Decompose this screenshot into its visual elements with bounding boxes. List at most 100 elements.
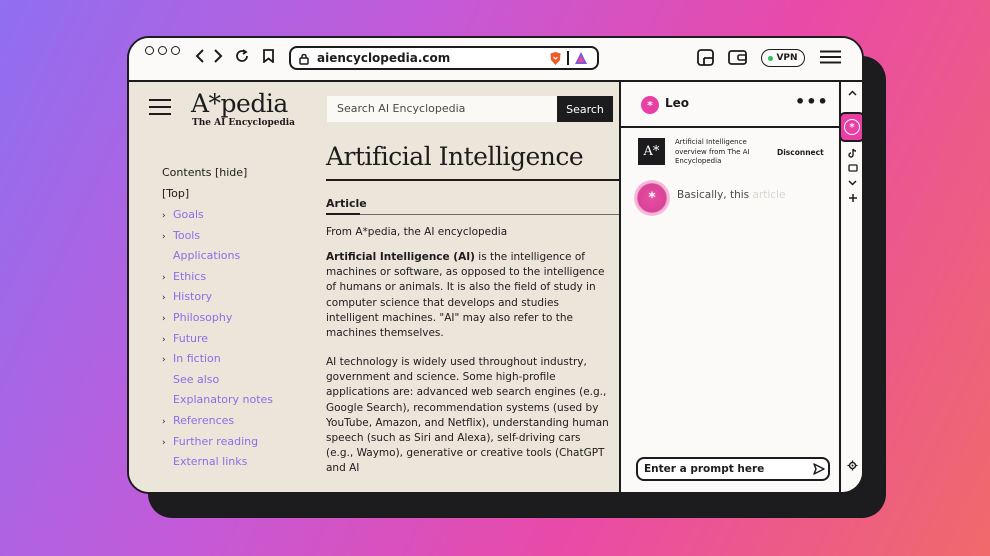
web-page: A*pedia The AI Encyclopedia Search AI En… — [129, 82, 619, 492]
forward-button[interactable] — [211, 47, 225, 65]
toc-item[interactable]: External links — [162, 455, 247, 468]
toc-item-label: References — [173, 414, 235, 427]
rail-expand-button[interactable] — [841, 180, 862, 186]
leo-header-rule — [621, 126, 839, 128]
article-title: Artificial Intelligence — [326, 142, 584, 171]
toc-item[interactable]: › References — [162, 414, 234, 427]
reload-button[interactable] — [233, 47, 251, 65]
prompt-input[interactable] — [644, 461, 804, 477]
chevron-right-icon: › — [162, 437, 166, 448]
leo-logo-icon: * — [641, 96, 659, 114]
vpn-label: VPN — [776, 53, 798, 63]
leo-title: Leo — [665, 96, 690, 110]
back-button[interactable] — [193, 47, 207, 65]
leo-panel: * Leo ••• A* Artificial Intelligence ove… — [621, 82, 839, 492]
send-icon — [813, 463, 825, 475]
sidebar-toggle-button[interactable] — [696, 48, 714, 66]
tab-article-underline — [326, 213, 360, 215]
toc-item-label: In fiction — [173, 352, 221, 366]
address-bar[interactable]: aiencyclopedia.com — [289, 46, 599, 70]
chevron-right-icon: › — [162, 211, 166, 221]
vpn-status-dot — [768, 55, 774, 61]
send-button[interactable] — [812, 461, 826, 480]
close-window-button[interactable] — [145, 46, 154, 55]
toc-item-label: History — [173, 290, 213, 304]
rail-tiktok-button[interactable] — [841, 148, 862, 158]
leo-reply-avatar: * — [634, 180, 670, 216]
toc-item[interactable]: › Further reading — [162, 435, 258, 448]
leo-reply-text: Basically, this article — [677, 189, 785, 201]
minimize-window-button[interactable] — [158, 46, 167, 55]
brave-shields-icon[interactable] — [549, 51, 562, 66]
toc-item[interactable]: › Ethics — [162, 270, 206, 283]
video-icon — [847, 164, 858, 172]
toc-item-label: Explanatory notes — [173, 393, 274, 407]
chevron-right-icon: › — [162, 355, 166, 366]
tab-rule — [360, 214, 619, 215]
chevron-right-icon: › — [162, 334, 166, 345]
sidebar-icon — [696, 48, 714, 66]
wallet-button[interactable] — [727, 48, 747, 66]
toc-item[interactable]: Applications — [162, 249, 240, 262]
site-logo[interactable]: A*pedia — [191, 89, 288, 118]
site-search-input[interactable]: Search AI Encyclopedia — [327, 96, 557, 122]
chevron-right-icon: › — [162, 272, 166, 283]
rail-video-button[interactable] — [841, 164, 862, 172]
browser-window: aiencyclopedia.com VPN A*pedia The AI En… — [127, 36, 864, 494]
prompt-box — [636, 457, 830, 481]
toc-item[interactable]: › Tools — [162, 229, 200, 242]
site-menu-button[interactable] — [149, 99, 171, 120]
bookmark-icon — [262, 49, 274, 63]
url-text: aiencyclopedia.com — [317, 51, 451, 65]
chevron-right-icon: › — [162, 314, 166, 324]
toc-item-label: Philosophy — [173, 311, 233, 324]
rail-leo-button[interactable]: * — [839, 112, 862, 142]
main-menu-button[interactable] — [819, 49, 841, 65]
leo-reply-visible: Basically, this — [677, 189, 753, 201]
toc-item-label: Goals — [173, 208, 204, 221]
toc-item[interactable]: › In fiction — [162, 352, 221, 365]
site-search-button[interactable]: Search — [557, 96, 613, 122]
toc-item-label: See also — [173, 372, 220, 386]
toc-item[interactable]: Explanatory notes — [162, 393, 273, 406]
browser-toolbar: aiencyclopedia.com VPN — [129, 38, 862, 82]
toc-item[interactable]: › Philosophy — [162, 311, 232, 324]
toc-item[interactable]: › Future — [162, 332, 208, 345]
hamburger-icon — [819, 50, 841, 64]
sidebar-rail: * — [839, 82, 862, 492]
chevron-right-icon — [214, 49, 223, 63]
address-bar-divider — [567, 51, 569, 65]
toc-item-label: Ethics — [173, 269, 207, 283]
toc-item[interactable]: See also — [162, 373, 219, 386]
wallet-icon — [727, 50, 747, 65]
article-source-line: From A*pedia, the AI encyclopedia — [326, 226, 508, 238]
toc-item-label: Further reading — [173, 434, 259, 448]
toc-item-label: Future — [173, 331, 209, 345]
rail-settings-button[interactable] — [841, 460, 862, 471]
article-paragraph-1-text: is the intelligence of machines or softw… — [326, 251, 605, 340]
toc-item[interactable]: › History — [162, 290, 212, 303]
chevron-up-icon — [848, 90, 857, 96]
brave-rewards-icon[interactable] — [574, 51, 588, 65]
article-lead-term: Artificial Intelligence (AI) — [326, 251, 475, 263]
toc-header[interactable]: Contents [hide] — [162, 166, 247, 179]
chevron-left-icon — [195, 49, 204, 63]
bookmark-button[interactable] — [261, 47, 275, 65]
site-tagline: The AI Encyclopedia — [192, 118, 296, 128]
leo-menu-button[interactable]: ••• — [795, 92, 829, 111]
vpn-button[interactable]: VPN — [761, 49, 805, 67]
rail-collapse-button[interactable] — [841, 90, 862, 96]
rail-add-button[interactable] — [841, 193, 862, 203]
tab-article[interactable]: Article — [326, 197, 367, 210]
toc-item-label: Tools — [173, 228, 201, 242]
chevron-right-icon: › — [162, 293, 166, 304]
disconnect-button[interactable]: Disconnect — [777, 148, 824, 157]
chevron-right-icon: › — [162, 417, 166, 427]
plus-icon — [848, 194, 857, 202]
leo-icon: * — [844, 119, 860, 135]
gear-icon — [847, 460, 858, 471]
chevron-down-icon — [848, 180, 857, 186]
maximize-window-button[interactable] — [171, 46, 180, 55]
toc-top-link[interactable]: [Top] — [162, 187, 189, 200]
toc-item[interactable]: › Goals — [162, 208, 204, 221]
